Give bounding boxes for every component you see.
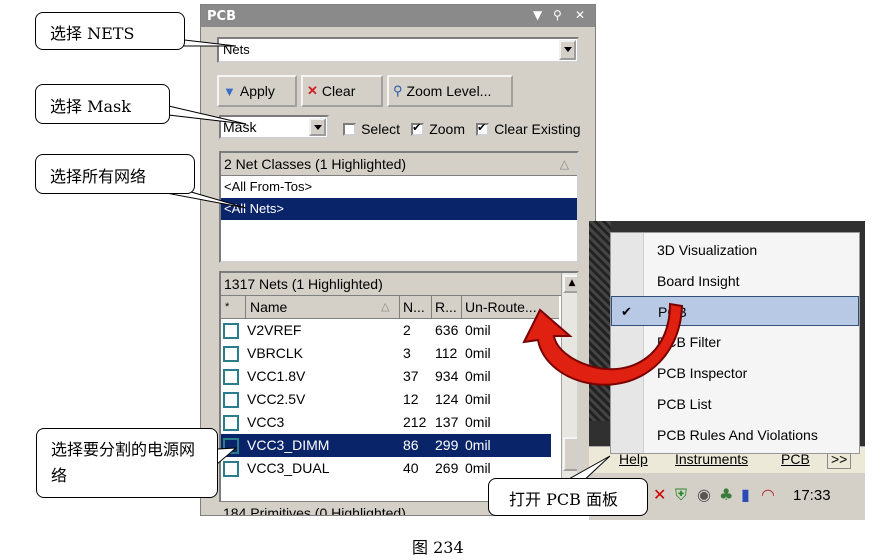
callout-leader-mask — [159, 103, 247, 125]
figure-caption: 图 234 — [412, 538, 464, 557]
callout-open-pcb-panel: 打开 PCB 面板 — [488, 478, 648, 516]
callout-select-power-net: 选择要分割的电源网络 — [36, 428, 218, 498]
callout-select-nets: 选择 NETS — [35, 12, 185, 50]
callout-select-all-nets: 选择所有网络 — [35, 154, 195, 194]
callout-select-mask: 选择 Mask — [35, 84, 170, 124]
